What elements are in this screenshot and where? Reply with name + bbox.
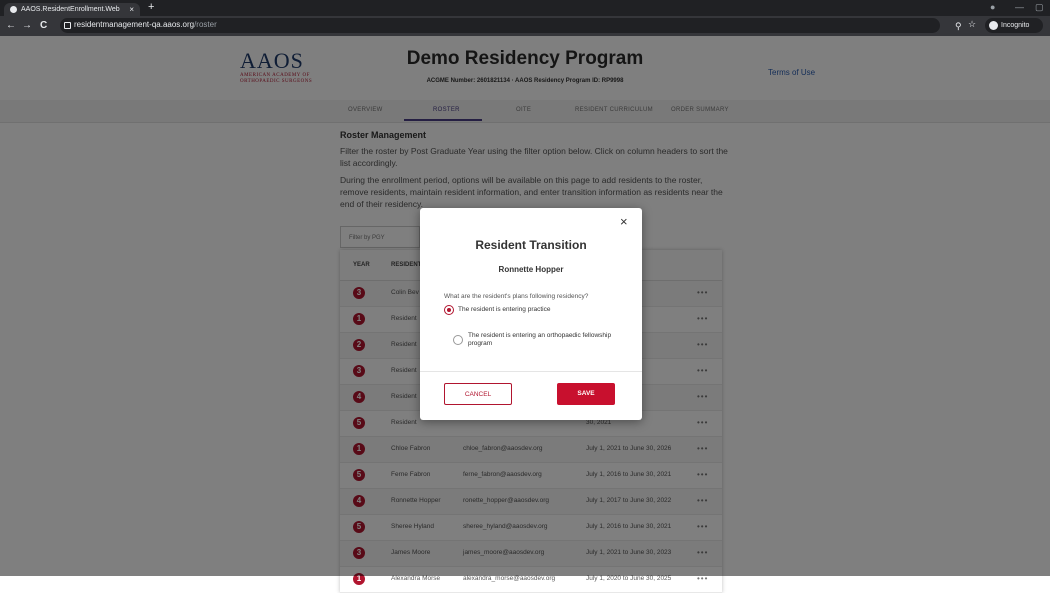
star-icon[interactable]: ☆ (968, 19, 976, 30)
resident-name: Ronnette Hopper (498, 265, 564, 274)
resident-transition-dialog: × Resident Transition Ronnette Hopper Wh… (420, 208, 642, 420)
close-icon[interactable]: × (620, 214, 628, 229)
tab-title: AAOS.ResidentEnrollment.Web (21, 6, 120, 13)
resident-email-cell: alexandra_morse@aaosdev.org (463, 575, 556, 582)
browser-tab[interactable]: AAOS.ResidentEnrollment.Web × (4, 3, 140, 16)
radio-entering-practice[interactable] (444, 305, 454, 315)
tab-close-icon[interactable]: × (129, 3, 134, 16)
incognito-badge[interactable]: Incognito (985, 18, 1043, 33)
new-tab-button[interactable]: + (148, 1, 154, 13)
dialog-divider (420, 371, 642, 372)
url-text: residentmanagement-qa.aaos.org/roster (74, 20, 217, 29)
residency-dates-cell: July 1, 2020 to June 30, 2025 (586, 575, 672, 582)
address-bar: ← → C residentmanagement-qa.aaos.org/ros… (0, 16, 1050, 36)
cancel-button[interactable]: CANCEL (444, 383, 512, 405)
plans-question: What are the resident's plans following … (444, 293, 589, 300)
forward-icon[interactable]: → (22, 20, 32, 31)
minimize-button[interactable]: — (1015, 2, 1024, 12)
back-icon[interactable]: ← (6, 20, 16, 31)
resident-name-cell: Alexandra Morse (391, 575, 441, 582)
browser-tab-bar: AAOS.ResidentEnrollment.Web × + ● — ▢ (0, 0, 1050, 16)
option-entering-practice-label[interactable]: The resident is entering practice (458, 306, 551, 314)
reload-icon[interactable]: C (40, 20, 47, 31)
url-input[interactable]: residentmanagement-qa.aaos.org/roster ⚲ (60, 18, 962, 33)
option-fellowship-label[interactable]: The resident is entering an orthopaedic … (468, 332, 618, 348)
site-favicon-icon (10, 6, 17, 13)
maximize-button[interactable]: ▢ (1035, 2, 1044, 13)
radio-fellowship[interactable] (453, 335, 463, 345)
save-button[interactable]: SAVE (557, 383, 615, 405)
profile-icon[interactable]: ● (990, 2, 995, 12)
lock-icon (64, 22, 71, 29)
zoom-icon[interactable]: ⚲ (955, 21, 962, 32)
incognito-icon (989, 21, 998, 30)
dialog-title: Resident Transition (475, 238, 587, 252)
